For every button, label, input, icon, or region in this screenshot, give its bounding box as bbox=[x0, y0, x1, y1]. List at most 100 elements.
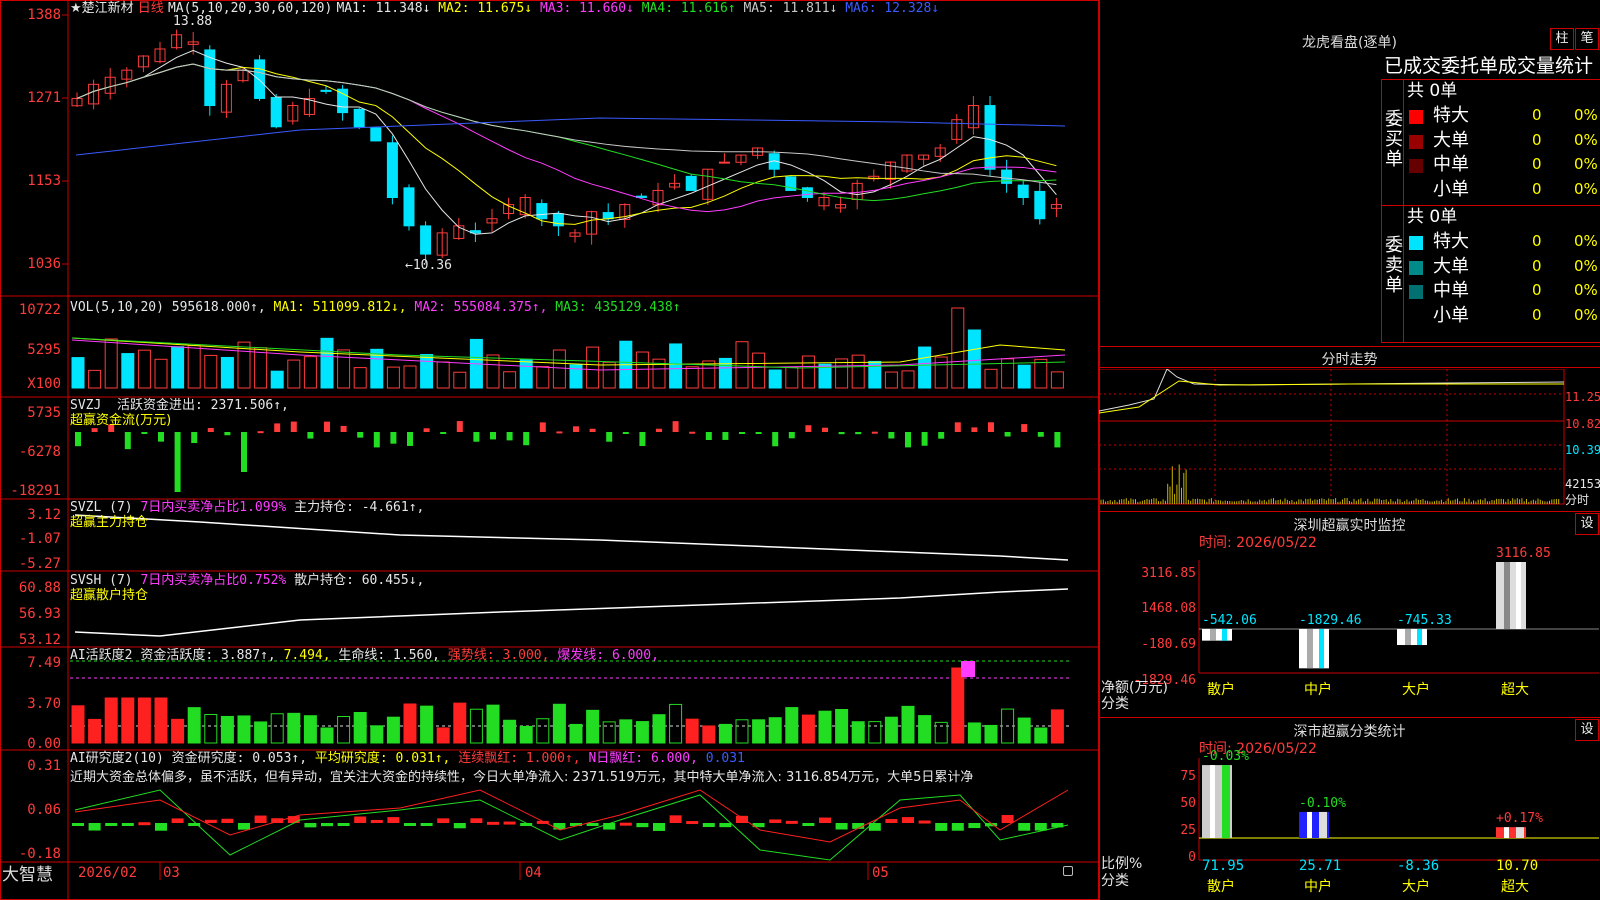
svzj-bar bbox=[672, 421, 679, 432]
candle bbox=[718, 161, 730, 164]
svzl-ratio: 7日内买卖净占比1.099% bbox=[140, 500, 287, 515]
volume-bar bbox=[685, 366, 699, 389]
svzj-bar bbox=[539, 422, 546, 432]
svzj-bar bbox=[224, 432, 231, 436]
research-bar bbox=[819, 817, 831, 823]
sell-row-name: 小单 bbox=[1433, 304, 1469, 326]
lock-icon[interactable] bbox=[1063, 866, 1073, 876]
airesearch-streak: 连续飘红: 1.000↑, bbox=[458, 751, 581, 766]
activity-bar bbox=[187, 707, 201, 744]
activity-bar bbox=[752, 719, 766, 744]
svzj-bar bbox=[124, 432, 131, 450]
research-bar bbox=[72, 823, 84, 826]
svzl-sub: 超赢主力持仓 bbox=[70, 515, 149, 530]
sell-row-count: 0 bbox=[1532, 256, 1542, 275]
ma4-value: MA4: 11.616↑ bbox=[633, 1, 736, 16]
period-label[interactable]: 日线 bbox=[138, 1, 164, 16]
ma1-line bbox=[76, 49, 1057, 235]
price-axis-4: 1036 bbox=[27, 256, 61, 272]
candle bbox=[1017, 184, 1029, 199]
research-bar bbox=[951, 823, 964, 831]
activity-bar bbox=[569, 723, 583, 744]
activity-bar bbox=[552, 703, 566, 744]
research-bar bbox=[736, 815, 748, 823]
bar-mode-button[interactable]: 柱 bbox=[1550, 28, 1574, 50]
monitor-bar-shade bbox=[1210, 629, 1216, 641]
research-bar bbox=[935, 823, 948, 831]
research-bar bbox=[835, 823, 848, 830]
candle bbox=[353, 108, 365, 128]
research-bar bbox=[802, 823, 815, 826]
ma5-line bbox=[76, 63, 1057, 186]
brand-logo[interactable]: 大智慧 bbox=[2, 865, 53, 885]
svzj-bar bbox=[822, 427, 828, 432]
monitor-bar-shade bbox=[1504, 562, 1510, 629]
ma2-line bbox=[76, 63, 1057, 225]
stock-title[interactable]: ★楚江新材 bbox=[70, 1, 134, 16]
volume-bar bbox=[635, 351, 649, 389]
sell-row-pct: 0% bbox=[1574, 232, 1598, 250]
research-bar bbox=[868, 823, 881, 831]
research-bar bbox=[470, 818, 483, 823]
candle bbox=[685, 175, 697, 191]
research-bar bbox=[785, 820, 798, 824]
activity-bar bbox=[519, 725, 533, 744]
activity-bar bbox=[453, 702, 467, 744]
svzj-bar bbox=[622, 432, 629, 434]
volume-bar bbox=[835, 358, 849, 389]
svzj-bar bbox=[855, 432, 862, 435]
research-bar bbox=[404, 823, 416, 826]
research-bar bbox=[636, 823, 649, 828]
research-bar bbox=[1001, 815, 1014, 823]
classify-bar-shade bbox=[1319, 811, 1327, 838]
classify-settings-button[interactable]: 设 bbox=[1575, 719, 1599, 741]
activity-bar bbox=[619, 719, 633, 744]
activity-bar bbox=[320, 727, 334, 744]
ai2-strongline: 强势线: 3.000, bbox=[447, 648, 550, 663]
activity-bar bbox=[337, 716, 351, 744]
activity-bar bbox=[967, 722, 981, 744]
candle bbox=[386, 142, 398, 199]
classify-bar-category: 散户 bbox=[1207, 879, 1235, 895]
svzj-bar bbox=[324, 421, 330, 432]
svzl-axis-3: -5.27 bbox=[18, 556, 61, 572]
vol-ma2: MA2: 555084.375↑, bbox=[414, 300, 548, 315]
candle bbox=[320, 89, 332, 92]
classify-bar-超大 bbox=[1496, 827, 1526, 838]
research-bar bbox=[487, 821, 499, 825]
stroke-mode-button[interactable]: 笔 bbox=[1575, 28, 1599, 50]
svzj-bar bbox=[440, 432, 447, 434]
volume-bar bbox=[735, 341, 749, 389]
monitor-settings-button[interactable]: 设 bbox=[1575, 513, 1599, 535]
ai2-axis-3: 0.00 bbox=[27, 736, 61, 752]
svzj-bar bbox=[1037, 432, 1044, 437]
svzj-bar bbox=[191, 432, 198, 444]
svzj-bar bbox=[423, 428, 430, 432]
svzj-bar bbox=[1004, 432, 1011, 437]
research-bar bbox=[503, 821, 516, 825]
volume-bar bbox=[270, 370, 284, 389]
classify-bar-change: -0.03% bbox=[1202, 749, 1249, 765]
buy-row-pct: 0% bbox=[1574, 179, 1598, 198]
svsh-axis-2: 56.93 bbox=[18, 606, 61, 622]
activity-bar bbox=[901, 705, 915, 744]
volume-bar bbox=[536, 366, 550, 389]
research-bar bbox=[968, 823, 981, 829]
classify-unit: 比例% bbox=[1101, 856, 1143, 872]
research-bar bbox=[553, 823, 566, 830]
monitor-unit: 净额(万元) bbox=[1101, 680, 1168, 696]
ma5-value: MA5: 11.811↓ bbox=[735, 1, 838, 16]
volume-bar bbox=[602, 361, 616, 389]
volume-bar bbox=[1017, 364, 1031, 389]
intraday-chart[interactable] bbox=[1099, 369, 1600, 509]
classify-axis-2: 50 bbox=[1180, 796, 1196, 811]
volume-bar bbox=[718, 357, 732, 389]
buy-row-count: 0 bbox=[1532, 179, 1542, 198]
buy-label: 委买单 bbox=[1385, 109, 1403, 170]
svzj-value: 活跃资金进出: 2371.506↑, bbox=[116, 398, 289, 413]
svzj-bar bbox=[755, 432, 762, 434]
svzj-bar bbox=[589, 428, 596, 432]
svzj-bar bbox=[656, 428, 662, 432]
ai2-header: AI活跃度2 资金活跃度: 3.887↑, 7.494, 生命线: 1.560,… bbox=[70, 648, 659, 663]
airesearch-value: 资金研究度: 0.053↑, bbox=[171, 751, 308, 766]
